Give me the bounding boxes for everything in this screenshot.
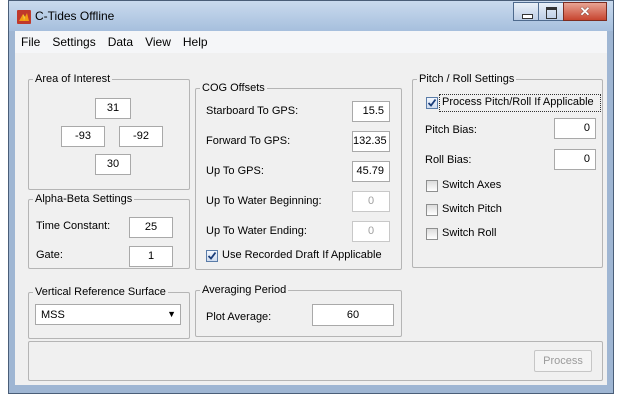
up-to-gps-field[interactable]: 45.79	[352, 161, 390, 182]
cog-offsets-legend: COG Offsets	[202, 82, 265, 94]
up-to-water-beginning-field: 0	[352, 191, 390, 212]
area-of-interest-legend: Area of Interest	[35, 73, 111, 85]
averaging-period-legend: Averaging Period	[202, 284, 287, 296]
plot-average-field[interactable]: 60	[312, 304, 394, 326]
alpha-beta-settings-legend: Alpha-Beta Settings	[35, 193, 133, 205]
vertical-reference-dropdown[interactable]: MSS ▼	[35, 304, 181, 325]
up-to-water-beginning-label: Up To Water Beginning:	[206, 195, 322, 207]
switch-pitch-label[interactable]: Switch Pitch	[442, 203, 502, 215]
process-pitch-roll-checkbox[interactable]	[426, 97, 438, 109]
west-longitude-field[interactable]: -93	[61, 126, 105, 147]
time-constant-field[interactable]: 25	[129, 217, 173, 238]
maximize-icon	[546, 7, 557, 19]
up-to-water-ending-field: 0	[352, 221, 390, 242]
roll-bias-label: Roll Bias:	[425, 154, 472, 166]
pitch-bias-label: Pitch Bias:	[425, 124, 477, 136]
menu-bar: File Settings Data View Help	[15, 31, 607, 54]
starboard-to-gps-field[interactable]: 15.5	[352, 101, 390, 122]
action-panel	[28, 341, 603, 381]
up-to-water-ending-label: Up To Water Ending:	[206, 225, 307, 237]
up-to-gps-label: Up To GPS:	[206, 165, 264, 177]
menu-settings[interactable]: Settings	[46, 35, 101, 49]
forward-to-gps-field[interactable]: 132.35	[352, 131, 390, 152]
matlab-logo-icon	[17, 10, 31, 24]
time-constant-label: Time Constant:	[36, 220, 111, 232]
roll-bias-field[interactable]: 0	[554, 149, 596, 170]
use-recorded-draft-checkbox[interactable]	[206, 250, 218, 262]
main-panel: Area of Interest 31 -93 -92 30 Alpha-Bet…	[15, 53, 607, 385]
switch-pitch-checkbox[interactable]	[426, 204, 438, 216]
window-title: C-Tides Offline	[35, 9, 115, 23]
menu-view[interactable]: View	[139, 35, 177, 49]
starboard-to-gps-label: Starboard To GPS:	[206, 105, 299, 117]
pitch-bias-field[interactable]: 0	[554, 118, 596, 139]
vertical-reference-legend: Vertical Reference Surface	[35, 286, 166, 298]
gate-field[interactable]: 1	[129, 246, 173, 267]
gate-label: Gate:	[36, 249, 63, 261]
switch-roll-checkbox[interactable]	[426, 228, 438, 240]
window-controls: ✕	[513, 2, 607, 21]
application-window: C-Tides Offline ✕ File Settings Data Vie…	[8, 0, 614, 394]
close-icon: ✕	[579, 4, 591, 19]
switch-axes-checkbox[interactable]	[426, 180, 438, 192]
switch-roll-label[interactable]: Switch Roll	[442, 227, 496, 239]
menu-file[interactable]: File	[15, 35, 46, 49]
north-latitude-field[interactable]: 31	[95, 98, 131, 119]
east-longitude-field[interactable]: -92	[119, 126, 163, 147]
checkmark-icon	[427, 98, 437, 107]
process-button: Process	[534, 350, 592, 372]
process-pitch-roll-label[interactable]: Process Pitch/Roll If Applicable	[442, 96, 594, 108]
close-button[interactable]: ✕	[563, 2, 607, 21]
menu-help[interactable]: Help	[177, 35, 214, 49]
forward-to-gps-label: Forward To GPS:	[206, 135, 291, 147]
switch-axes-label[interactable]: Switch Axes	[442, 179, 501, 191]
maximize-button[interactable]	[538, 2, 564, 21]
minimize-icon	[522, 14, 533, 19]
menu-data[interactable]: Data	[102, 35, 139, 49]
vertical-reference-selected: MSS	[41, 309, 65, 321]
pitch-roll-settings-legend: Pitch / Roll Settings	[419, 73, 515, 85]
minimize-button[interactable]	[513, 2, 539, 21]
title-bar[interactable]: C-Tides Offline ✕	[9, 1, 613, 31]
use-recorded-draft-label[interactable]: Use Recorded Draft If Applicable	[222, 249, 382, 261]
plot-average-label: Plot Average:	[206, 311, 272, 323]
dropdown-arrow-icon: ▼	[167, 309, 176, 319]
south-latitude-field[interactable]: 30	[95, 154, 131, 175]
checkmark-icon	[207, 251, 217, 260]
